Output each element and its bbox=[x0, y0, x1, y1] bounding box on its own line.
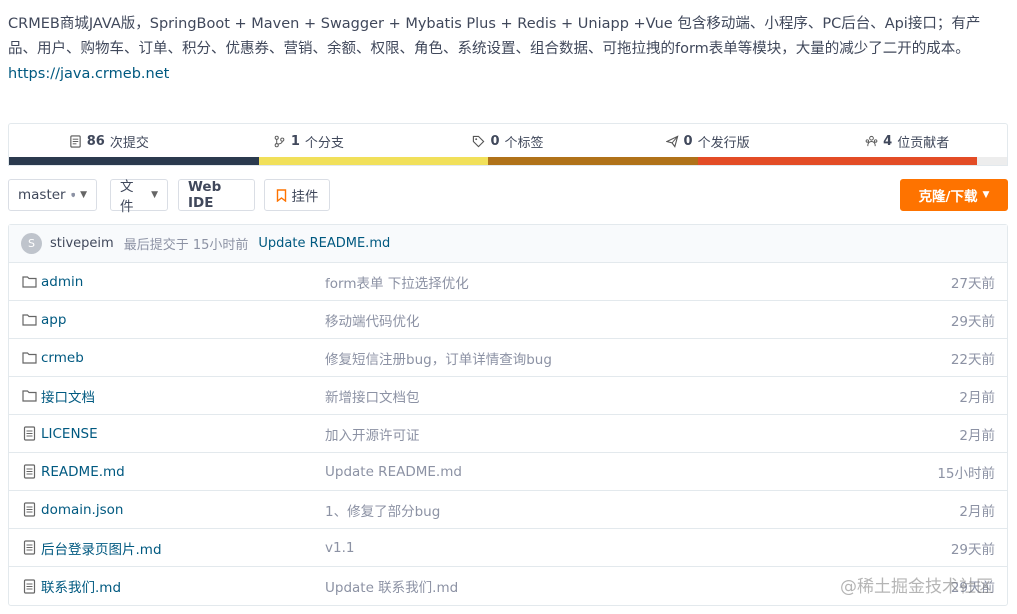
file-commit-time: 29天前 bbox=[950, 541, 995, 558]
file-menu-button[interactable]: 文件 ▼ bbox=[110, 179, 168, 215]
file-commit-time: 27天前 bbox=[950, 275, 995, 292]
stat-tags-count: 0 bbox=[490, 134, 500, 149]
language-bar bbox=[9, 157, 1007, 165]
file-commit-message[interactable]: 移动端代码优化 bbox=[325, 310, 420, 330]
file-icon bbox=[22, 464, 37, 479]
file-commit-time: 2月前 bbox=[959, 389, 995, 406]
file-row[interactable]: domain.json 1、修复了部分bug 2月前 bbox=[9, 491, 1007, 529]
stat-contributors[interactable]: 4 位贡献者 bbox=[807, 132, 1007, 151]
language-bar-segment bbox=[9, 157, 259, 165]
stat-commits-count: 86 bbox=[86, 134, 105, 149]
stat-tags-label: 个标签 bbox=[504, 136, 544, 151]
file-commit-time: 22天前 bbox=[950, 351, 995, 368]
file-row[interactable]: README.md Update README.md 15小时前 bbox=[9, 453, 1007, 491]
avatar[interactable]: S bbox=[21, 233, 42, 254]
file-name-link[interactable]: admin bbox=[41, 274, 83, 290]
stat-releases[interactable]: 0 个发行版 bbox=[608, 132, 808, 151]
last-commit-bar: S stivepeim 最后提交于 15小时前 Update README.md bbox=[9, 225, 1007, 263]
file-commit-time: 29天前 bbox=[950, 313, 995, 330]
commit-icon bbox=[70, 135, 81, 148]
language-bar-segment bbox=[258, 157, 489, 165]
clone-download-button[interactable]: 克隆/下载 ▼ bbox=[900, 179, 1008, 211]
stat-commits-label: 次提交 bbox=[109, 136, 149, 151]
file-commit-message[interactable]: 修复短信注册bug，订单详情查询bug bbox=[325, 348, 552, 368]
branch-name: master bbox=[18, 187, 66, 203]
web-ide-button[interactable]: Web IDE bbox=[178, 179, 255, 211]
language-bar-segment bbox=[488, 157, 698, 165]
tag-icon bbox=[473, 135, 485, 148]
file-commit-message[interactable]: 加入开源许可证 bbox=[325, 424, 420, 444]
stat-releases-count: 0 bbox=[683, 134, 693, 149]
file-commit-message[interactable]: v1.1 bbox=[325, 540, 354, 556]
commit-author[interactable]: stivepeim bbox=[50, 236, 114, 251]
folder-icon bbox=[22, 350, 37, 365]
file-row[interactable]: 后台登录页图片.md v1.1 29天前 bbox=[9, 529, 1007, 567]
chevron-down-icon: ▼ bbox=[982, 190, 990, 200]
stat-commits[interactable]: 86 次提交 bbox=[9, 132, 209, 151]
widget-label: 挂件 bbox=[291, 189, 319, 205]
file-name-link[interactable]: domain.json bbox=[41, 502, 123, 518]
folder-icon bbox=[22, 312, 37, 327]
clone-download-label: 克隆/下载 bbox=[918, 189, 978, 205]
widget-button[interactable]: 挂件 bbox=[264, 179, 330, 211]
file-row[interactable]: admin form表单 下拉选择优化 27天前 bbox=[9, 263, 1007, 301]
chevron-down-icon: ▼ bbox=[151, 190, 158, 200]
folder-icon bbox=[22, 388, 37, 403]
commit-message-link[interactable]: Update README.md bbox=[258, 236, 390, 251]
file-row[interactable]: app 移动端代码优化 29天前 bbox=[9, 301, 1007, 339]
watermark: @稀土掘金技术社区 bbox=[840, 577, 993, 597]
file-commit-message[interactable]: 1、修复了部分bug bbox=[325, 500, 440, 520]
file-commit-message[interactable]: Update 联系我们.md bbox=[325, 576, 458, 596]
release-icon bbox=[665, 135, 679, 148]
file-icon bbox=[22, 426, 37, 441]
commit-time: 最后提交于 15小时前 bbox=[123, 238, 249, 253]
language-bar-segment bbox=[697, 157, 978, 165]
chevron-down-icon: ▼ bbox=[80, 190, 87, 200]
web-ide-label: Web IDE bbox=[188, 179, 222, 211]
file-name-link[interactable]: README.md bbox=[41, 464, 125, 480]
file-menu-label: 文件 bbox=[120, 179, 134, 215]
file-name-link[interactable]: 联系我们.md bbox=[41, 576, 121, 596]
file-name-link[interactable]: app bbox=[41, 312, 66, 328]
file-row[interactable]: LICENSE 加入开源许可证 2月前 bbox=[9, 415, 1007, 453]
file-commit-time: 2月前 bbox=[959, 503, 995, 520]
stat-contributors-count: 4 bbox=[883, 134, 893, 149]
branch-select-button[interactable]: master ▼ bbox=[8, 179, 97, 211]
file-name-link[interactable]: LICENSE bbox=[41, 426, 98, 442]
contributors-icon bbox=[865, 135, 878, 147]
repo-description-text: CRMEB商城JAVA版，SpringBoot + Maven + Swagge… bbox=[8, 16, 981, 57]
repo-description: CRMEB商城JAVA版，SpringBoot + Maven + Swagge… bbox=[8, 12, 1008, 87]
file-commit-message[interactable]: form表单 下拉选择优化 bbox=[325, 272, 469, 292]
file-commit-message[interactable]: 新增接口文档包 bbox=[325, 386, 420, 406]
file-list: S stivepeim 最后提交于 15小时前 Update README.md… bbox=[8, 224, 1008, 606]
file-name-link[interactable]: 后台登录页图片.md bbox=[41, 538, 162, 558]
file-row[interactable]: 接口文档 新增接口文档包 2月前 bbox=[9, 377, 1007, 415]
stat-branches-label: 个分支 bbox=[304, 136, 344, 151]
repo-homepage-link[interactable]: https://java.crmeb.net bbox=[8, 62, 1008, 87]
stat-contributors-label: 位贡献者 bbox=[897, 136, 950, 151]
stat-branches-count: 1 bbox=[290, 134, 300, 149]
file-icon bbox=[22, 502, 37, 517]
shield-icon bbox=[71, 192, 75, 198]
file-row[interactable]: crmeb 修复短信注册bug，订单详情查询bug 22天前 bbox=[9, 339, 1007, 377]
stat-releases-label: 个发行版 bbox=[697, 136, 750, 151]
language-bar-segment bbox=[977, 157, 1007, 165]
file-commit-message[interactable]: Update README.md bbox=[325, 464, 462, 480]
file-icon bbox=[22, 578, 37, 594]
stat-tags[interactable]: 0 个标签 bbox=[408, 132, 608, 151]
stat-branches[interactable]: 1 个分支 bbox=[209, 132, 409, 151]
file-icon bbox=[22, 540, 37, 555]
repo-toolbar: master ▼ 文件 ▼ Web IDE 挂件 克隆/下载 ▼ bbox=[8, 179, 1008, 215]
branch-icon bbox=[274, 135, 285, 148]
file-name-link[interactable]: 接口文档 bbox=[41, 386, 95, 406]
bookmark-icon bbox=[276, 188, 286, 202]
file-commit-time: 2月前 bbox=[959, 427, 995, 444]
repo-stats-bar: 86 次提交 1 个分支 0 个标签 0 个发行版 4 位贡献者 bbox=[8, 123, 1008, 166]
file-commit-time: 15小时前 bbox=[937, 465, 995, 482]
folder-icon bbox=[22, 274, 37, 289]
file-name-link[interactable]: crmeb bbox=[41, 350, 84, 366]
